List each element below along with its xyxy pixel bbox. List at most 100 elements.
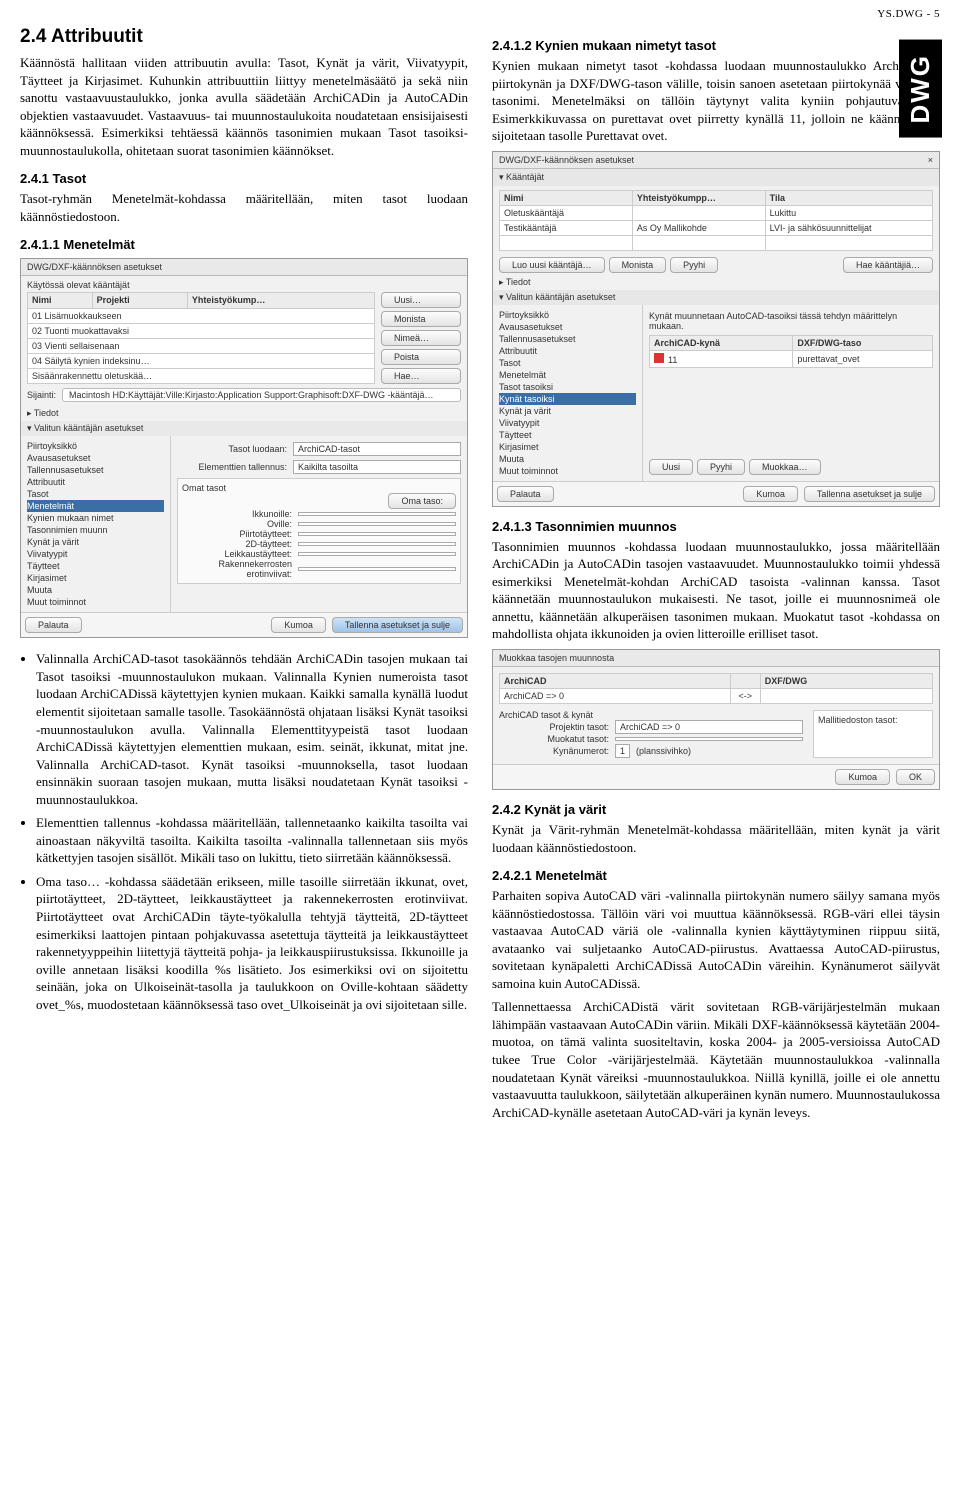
element-save-dropdown[interactable]: Kaikilta tasoilta <box>293 460 461 474</box>
restore-button[interactable]: Palauta <box>25 617 82 633</box>
save-close-button[interactable]: Tallenna asetukset ja sulje <box>332 617 463 633</box>
duplicate-button[interactable]: Monista <box>609 257 667 273</box>
cell: LVI- ja sähkösuunnittelijat <box>765 235 932 250</box>
location-field[interactable]: Macintosh HD:Käyttäjät:Ville:Kirjasto:Ap… <box>62 388 461 402</box>
tree-node[interactable]: Attribuutit <box>499 345 636 357</box>
own-layer-button[interactable]: Oma taso: <box>388 493 456 509</box>
section-valitun[interactable]: Valitun kääntäjän asetukset <box>34 423 143 433</box>
left-column: 2.4 Attribuutit Käännöstä hallitaan viid… <box>20 26 468 1127</box>
cancel-button[interactable]: Kumoa <box>743 486 798 502</box>
tree-node[interactable]: Kynät tasoiksi <box>499 393 636 405</box>
tree-node[interactable]: Menetelmät <box>499 369 636 381</box>
wipe-button[interactable]: Pyyhi <box>670 257 718 273</box>
tree-node[interactable]: Tasot tasoiksi <box>499 381 636 393</box>
settings-tree[interactable]: PiirtoyksikköAvausasetuksetTallennusaset… <box>493 305 643 481</box>
para-intro: Käännöstä hallitaan viiden attribuutin a… <box>20 54 468 159</box>
tree-node[interactable]: Attribuutit <box>27 476 164 488</box>
tree-node[interactable]: Avausasetukset <box>499 321 636 333</box>
fills2d-field[interactable] <box>298 542 456 546</box>
table-row[interactable]: Testikääntäjä_kopio <box>500 235 633 250</box>
section-kaantajat[interactable]: Kääntäjät <box>506 172 544 182</box>
table-row[interactable]: Oletuskääntäjä <box>500 205 633 220</box>
col-nimi[interactable]: Nimi <box>500 190 633 205</box>
tree-node[interactable]: Muut toiminnot <box>499 465 636 477</box>
col-yhteistyo[interactable]: Yhteistyökump… <box>187 293 374 308</box>
wipe-button[interactable]: Pyyhi <box>697 459 745 475</box>
tree-node[interactable]: Kynien mukaan nimet <box>27 512 164 524</box>
pen-cell[interactable]: 11 <box>650 350 793 367</box>
windows-field[interactable] <box>298 512 456 516</box>
tree-node[interactable]: Tasot <box>499 357 636 369</box>
section-valitun[interactable]: Valitun kääntäjän asetukset <box>506 292 615 302</box>
restore-button[interactable]: Palauta <box>497 486 554 502</box>
col-nimi[interactable]: Nimi <box>28 293 93 308</box>
close-icon[interactable]: × <box>928 155 933 165</box>
tree-node[interactable]: Kynät ja värit <box>27 536 164 548</box>
dst-cell[interactable] <box>760 689 932 704</box>
page-header: YS.DWG - 5 <box>20 8 940 20</box>
label-2d: 2D-täytteet: <box>182 539 292 549</box>
save-close-button[interactable]: Tallenna asetukset ja sulje <box>804 486 935 502</box>
label-leikkaus: Leikkaustäytteet: <box>182 549 292 559</box>
tree-node[interactable]: Avausasetukset <box>27 452 164 464</box>
delete-button[interactable]: Poista <box>381 349 461 365</box>
duplicate-button[interactable]: Monista <box>381 311 461 327</box>
list-item[interactable]: 03 Vienti sellaisenaan <box>28 338 375 353</box>
drawfills-field[interactable] <box>298 532 456 536</box>
tree-node[interactable]: Muuta <box>499 453 636 465</box>
new-translator-button[interactable]: Luo uusi kääntäjä… <box>499 257 605 273</box>
new-button[interactable]: Uusi <box>649 459 693 475</box>
cancel-button[interactable]: Kumoa <box>835 769 890 785</box>
tree-node[interactable]: Tasot <box>27 488 164 500</box>
settings-tree[interactable]: PiirtoyksikköAvausasetuksetTallennusaset… <box>21 436 171 612</box>
src-cell[interactable]: ArchiCAD => 0 <box>500 689 731 704</box>
tree-node[interactable]: Tallennusasetukset <box>499 333 636 345</box>
tree-node[interactable]: Muuta <box>27 584 164 596</box>
cancel-button[interactable]: Kumoa <box>271 617 326 633</box>
tree-node[interactable]: Viivatyypit <box>499 417 636 429</box>
col-archicad: ArchiCAD <box>500 674 731 689</box>
tree-node[interactable]: Muut toiminnot <box>27 596 164 608</box>
ok-button[interactable]: OK <box>896 769 935 785</box>
list-item[interactable]: 01 Lisämuokkaukseen <box>28 308 375 323</box>
col-projekti[interactable]: Projekti <box>92 293 187 308</box>
rename-button[interactable]: Nimeä… <box>381 330 461 346</box>
modified-layers-dropdown[interactable] <box>615 737 803 741</box>
dialog-title: DWG/DXF-käännöksen asetukset <box>499 155 634 165</box>
tree-node[interactable]: Piirtoyksikkö <box>27 440 164 452</box>
bullet-1: Valinnalla ArchiCAD-tasot tasokäännös te… <box>36 650 468 808</box>
layer-cell[interactable]: purettavat_ovet <box>793 350 933 367</box>
tree-node[interactable]: Tallennusasetukset <box>27 464 164 476</box>
project-layers-dropdown[interactable]: ArchiCAD => 0 <box>615 720 803 734</box>
search-translators-button[interactable]: Hae kääntäjiä… <box>843 257 933 273</box>
tree-node[interactable]: Täytteet <box>27 560 164 572</box>
doors-field[interactable] <box>298 522 456 526</box>
tree-node[interactable]: Piirtoyksikkö <box>499 309 636 321</box>
tree-node[interactable]: Menetelmät <box>27 500 164 512</box>
pen-number-field[interactable]: 1 <box>615 744 630 758</box>
layers-from-dropdown[interactable]: ArchiCAD-tasot <box>293 442 461 456</box>
section-tiedot[interactable]: Tiedot <box>506 277 531 287</box>
col-dxf-layer: DXF/DWG-taso <box>793 335 933 350</box>
section-label: Käytössä olevat kääntäjät <box>21 276 467 292</box>
list-item[interactable]: 02 Tuonti muokattavaksi <box>28 323 375 338</box>
tree-node[interactable]: Kirjasimet <box>499 441 636 453</box>
list-item[interactable]: 04 Säilytä kynien indeksinu… <box>28 354 375 369</box>
right-column: 2.4.1.2 Kynien mukaan nimetyt tasot Kyni… <box>492 26 940 1127</box>
cutfills-field[interactable] <box>298 552 456 556</box>
table-row[interactable]: Testikääntäjä <box>500 220 633 235</box>
edit-button[interactable]: Muokkaa… <box>749 459 821 475</box>
list-item[interactable]: Sisäänrakennettu oletuskää… <box>28 369 375 384</box>
skin-sep-field[interactable] <box>298 567 456 571</box>
new-button[interactable]: Uusi… <box>381 292 461 308</box>
tree-node[interactable]: Täytteet <box>499 429 636 441</box>
browse-button[interactable]: Hae… <box>381 368 461 384</box>
tree-node[interactable]: Tasonnimien muunn <box>27 524 164 536</box>
tree-node[interactable]: Kynät ja värit <box>499 405 636 417</box>
tree-node[interactable]: Kirjasimet <box>27 572 164 584</box>
label-rakenne: Rakennekerrosten erotinviivat: <box>182 559 292 579</box>
col-yht[interactable]: Yhteistyökumpp… <box>632 190 765 205</box>
tree-node[interactable]: Viivatyypit <box>27 548 164 560</box>
col-tila[interactable]: Tila <box>765 190 932 205</box>
section-tiedot[interactable]: Tiedot <box>34 408 59 418</box>
